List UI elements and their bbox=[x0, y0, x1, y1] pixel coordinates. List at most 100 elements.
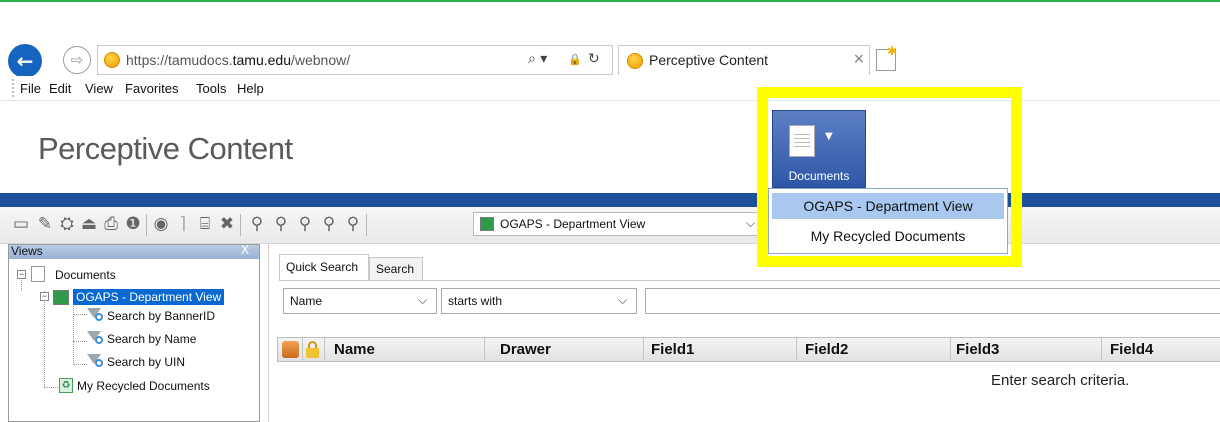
views-pane: Views X − Documents − OGAPS - Department… bbox=[8, 243, 260, 422]
menu-favorites[interactable]: Favorites bbox=[125, 81, 178, 96]
column-separator bbox=[643, 338, 644, 361]
saved-search-icon bbox=[87, 330, 105, 346]
chevron-down-icon: ⌵ bbox=[418, 293, 428, 307]
field-dropdown-value: Name bbox=[290, 294, 323, 308]
toolbar-separator bbox=[146, 214, 147, 236]
back-button[interactable]: ← bbox=[8, 44, 42, 78]
print-icon[interactable]: ⎙ bbox=[102, 215, 120, 233]
menu-item-ogaps-view[interactable]: OGAPS - Department View bbox=[772, 193, 1004, 219]
menu-file[interactable]: File bbox=[20, 81, 41, 96]
tree-item-search-uin[interactable]: Search by UIN bbox=[87, 352, 257, 372]
upload-icon[interactable]: ⏏ bbox=[80, 215, 98, 233]
search-doc-icon[interactable]: ⚲ bbox=[272, 215, 290, 233]
tree-guide bbox=[73, 301, 74, 365]
column-header-field2[interactable]: Field2 bbox=[805, 341, 848, 358]
operator-dropdown-value: starts with bbox=[448, 294, 503, 308]
view-icon bbox=[53, 290, 69, 305]
search-panel: Quick Search Search Name ⌵ starts with ⌵… bbox=[268, 244, 1220, 422]
tree-item-documents[interactable]: − Documents bbox=[15, 265, 255, 285]
menu-edit[interactable]: Edit bbox=[49, 81, 71, 96]
search-value-input[interactable] bbox=[645, 288, 1220, 314]
tree-item-label: Search by BannerID bbox=[107, 309, 216, 323]
results-grid-header: Name Drawer Field1 Field2 Field3 Field4 bbox=[277, 337, 1220, 362]
browser-tab[interactable]: Perceptive Content × bbox=[618, 45, 870, 75]
menu-tools[interactable]: Tools bbox=[196, 81, 226, 96]
site-favicon-icon bbox=[104, 52, 120, 68]
tree-guide bbox=[73, 314, 87, 315]
column-separator bbox=[302, 338, 303, 361]
tree-guide bbox=[73, 364, 87, 365]
tab-search[interactable]: Search bbox=[369, 257, 423, 280]
tab-favicon-icon bbox=[627, 53, 643, 69]
tree-item-recycled[interactable]: ♻ My Recycled Documents bbox=[59, 376, 259, 396]
tree-item-ogaps-view[interactable]: − OGAPS - Department View bbox=[39, 288, 259, 308]
search-doc-icon[interactable]: ⚲ bbox=[248, 215, 266, 233]
column-header-field4[interactable]: Field4 bbox=[1110, 341, 1153, 358]
column-header-drawer[interactable]: Drawer bbox=[500, 341, 551, 358]
menu-bar: File Edit View Favorites Tools Help bbox=[0, 76, 1220, 101]
view-select[interactable]: OGAPS - Department View ⌵ bbox=[473, 212, 763, 236]
new-document-icon[interactable]: ⌸ bbox=[196, 215, 214, 233]
url-text[interactable]: https://tamudocs.tamu.edu/webnow/ bbox=[126, 52, 350, 68]
tab-close-icon[interactable]: × bbox=[853, 51, 865, 67]
lock-icon[interactable]: 🔒 bbox=[568, 53, 582, 66]
delete-icon[interactable]: ✖ bbox=[218, 215, 236, 233]
close-icon[interactable]: X bbox=[241, 243, 249, 257]
app-title: Perceptive Content bbox=[38, 131, 293, 166]
main-toolbar: ▭ ✎ ⛭ ⏏ ⎙ ❶ ◉ ⌉ ⌸ ✖ ⚲ ⚲ ⚲ ⚲ ⚲ OGAPS - De… bbox=[0, 207, 1220, 244]
header-accent-bar bbox=[0, 193, 1220, 207]
saved-search-icon bbox=[87, 307, 105, 323]
app-header: Perceptive Content bbox=[0, 101, 1220, 193]
column-separator bbox=[950, 338, 951, 361]
view-select-value: OGAPS - Department View bbox=[500, 217, 646, 231]
operator-dropdown[interactable]: starts with ⌵ bbox=[441, 288, 637, 314]
column-separator bbox=[1101, 338, 1102, 361]
tabs-divider bbox=[279, 280, 1220, 281]
tree-item-label: Documents bbox=[55, 268, 116, 282]
menu-help[interactable]: Help bbox=[237, 81, 264, 96]
collapse-icon[interactable]: − bbox=[40, 292, 49, 301]
menu-grip bbox=[12, 79, 17, 97]
tree-item-label: Search by Name bbox=[107, 332, 197, 346]
tree-item-search-name[interactable]: Search by Name bbox=[87, 329, 257, 349]
menu-item-recycled-documents[interactable]: My Recycled Documents bbox=[772, 223, 1004, 249]
toolbar-separator bbox=[366, 214, 367, 236]
column-header-field3[interactable]: Field3 bbox=[956, 341, 999, 358]
document-icon bbox=[789, 125, 815, 157]
lock-icon bbox=[306, 341, 319, 358]
edit-icon[interactable]: ✎ bbox=[36, 215, 54, 233]
tree-guide bbox=[73, 341, 87, 342]
tree-item-search-bannerid[interactable]: Search by BannerID bbox=[87, 306, 257, 326]
stop-icon[interactable]: ◉ bbox=[152, 215, 170, 233]
document-icon bbox=[31, 266, 45, 282]
locked-doc-icon bbox=[282, 341, 299, 358]
column-header-name[interactable]: Name bbox=[334, 341, 375, 358]
tab-title: Perceptive Content bbox=[649, 52, 769, 68]
tab-quick-search[interactable]: Quick Search bbox=[279, 254, 369, 280]
capture-icon[interactable]: ⛭ bbox=[58, 215, 76, 233]
field-dropdown[interactable]: Name ⌵ bbox=[283, 288, 437, 314]
views-pane-header: Views X bbox=[9, 243, 259, 259]
search-doc-icon[interactable]: ⚲ bbox=[320, 215, 338, 233]
info-icon[interactable]: ❶ bbox=[124, 215, 142, 233]
column-header-field1[interactable]: Field1 bbox=[651, 341, 694, 358]
forward-button[interactable]: ⇨ bbox=[63, 46, 91, 74]
menu-view[interactable]: View bbox=[85, 81, 113, 96]
refresh-icon[interactable]: ↻ bbox=[588, 51, 600, 67]
views-pane-title: Views bbox=[11, 244, 43, 258]
column-separator bbox=[484, 338, 485, 361]
search-doc-icon[interactable]: ⚲ bbox=[344, 215, 362, 233]
column-separator bbox=[796, 338, 797, 361]
bracket-icon[interactable]: ⌉ bbox=[174, 215, 192, 233]
url-bar[interactable]: https://tamudocs.tamu.edu/webnow/ ⌕ ▾ 🔒 … bbox=[97, 45, 613, 75]
new-tab-button[interactable]: ✱ bbox=[876, 44, 897, 71]
tree-guide bbox=[44, 387, 58, 388]
documents-ribbon-button[interactable]: ▼ Documents bbox=[772, 110, 866, 188]
tree-item-label: Search by UIN bbox=[107, 355, 186, 369]
new-tab-icon: ✱ bbox=[887, 44, 898, 58]
open-folder-icon[interactable]: ▭ bbox=[12, 215, 30, 233]
search-dropdown-icon[interactable]: ⌕ ▾ bbox=[528, 51, 547, 67]
collapse-icon[interactable]: − bbox=[17, 270, 26, 279]
search-doc-icon[interactable]: ⚲ bbox=[296, 215, 314, 233]
documents-button-label: Documents bbox=[788, 169, 850, 183]
